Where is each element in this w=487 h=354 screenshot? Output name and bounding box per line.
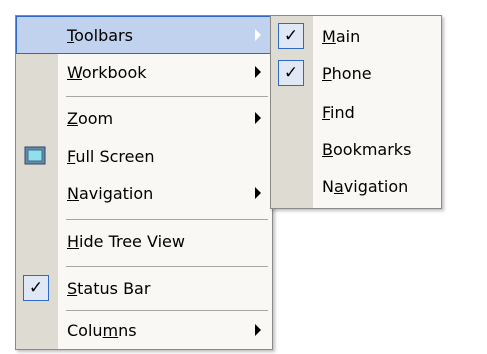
menu-item-full-screen[interactable]: Full Screen bbox=[17, 138, 271, 174]
menu-item-label: Toolbars bbox=[67, 25, 133, 45]
menu-item-label: Status Bar bbox=[67, 278, 151, 298]
submenu-arrow-icon bbox=[255, 29, 261, 41]
checkmark-icon: ✓ bbox=[23, 275, 49, 301]
menu-item-label: Main bbox=[322, 26, 361, 46]
view-menu: Toolbars Workbook Zoom Full Screen Navig… bbox=[15, 15, 273, 350]
submenu-arrow-icon bbox=[255, 112, 261, 124]
menu-item-zoom[interactable]: Zoom bbox=[17, 100, 271, 136]
menu-item-status-bar[interactable]: ✓ Status Bar bbox=[17, 270, 271, 306]
menu-item-label: Find bbox=[322, 102, 355, 122]
submenu-item-phone[interactable]: ✓ Phone bbox=[272, 55, 440, 91]
menu-item-navigation[interactable]: Navigation bbox=[17, 175, 271, 211]
checkmark-icon: ✓ bbox=[278, 60, 304, 86]
menu-item-label: Hide Tree View bbox=[67, 231, 185, 251]
menu-separator bbox=[66, 266, 268, 267]
submenu-item-bookmarks[interactable]: Bookmarks bbox=[272, 131, 440, 167]
menu-separator bbox=[66, 310, 268, 311]
menu-item-label: Workbook bbox=[67, 62, 147, 82]
submenu-item-navigation[interactable]: Navigation bbox=[272, 168, 440, 204]
menu-item-label: Navigation bbox=[322, 176, 409, 196]
submenu-item-find[interactable]: Find bbox=[272, 94, 440, 130]
menu-item-label: Full Screen bbox=[67, 146, 155, 166]
menu-item-columns[interactable]: Columns bbox=[17, 312, 271, 348]
menu-item-label: Navigation bbox=[67, 183, 154, 203]
submenu-arrow-icon bbox=[255, 324, 261, 336]
submenu-item-main[interactable]: ✓ Main bbox=[272, 18, 440, 54]
submenu-arrow-icon bbox=[255, 66, 261, 78]
menu-item-label: Bookmarks bbox=[322, 139, 412, 159]
toolbars-submenu: ✓ Main ✓ Phone Find Bookmarks Navigation bbox=[270, 15, 442, 209]
menu-separator bbox=[66, 219, 268, 220]
menu-item-hide-tree-view[interactable]: Hide Tree View bbox=[17, 223, 271, 259]
checkmark-icon: ✓ bbox=[278, 23, 304, 49]
menu-item-workbook[interactable]: Workbook bbox=[17, 54, 271, 90]
menu-item-label: Columns bbox=[67, 320, 137, 340]
menu-item-label: Phone bbox=[322, 63, 372, 83]
menu-item-label: Zoom bbox=[67, 108, 114, 128]
menu-separator bbox=[66, 96, 268, 97]
full-screen-icon bbox=[24, 146, 46, 165]
submenu-arrow-icon bbox=[255, 187, 261, 199]
menu-item-toolbars[interactable]: Toolbars bbox=[16, 16, 272, 54]
